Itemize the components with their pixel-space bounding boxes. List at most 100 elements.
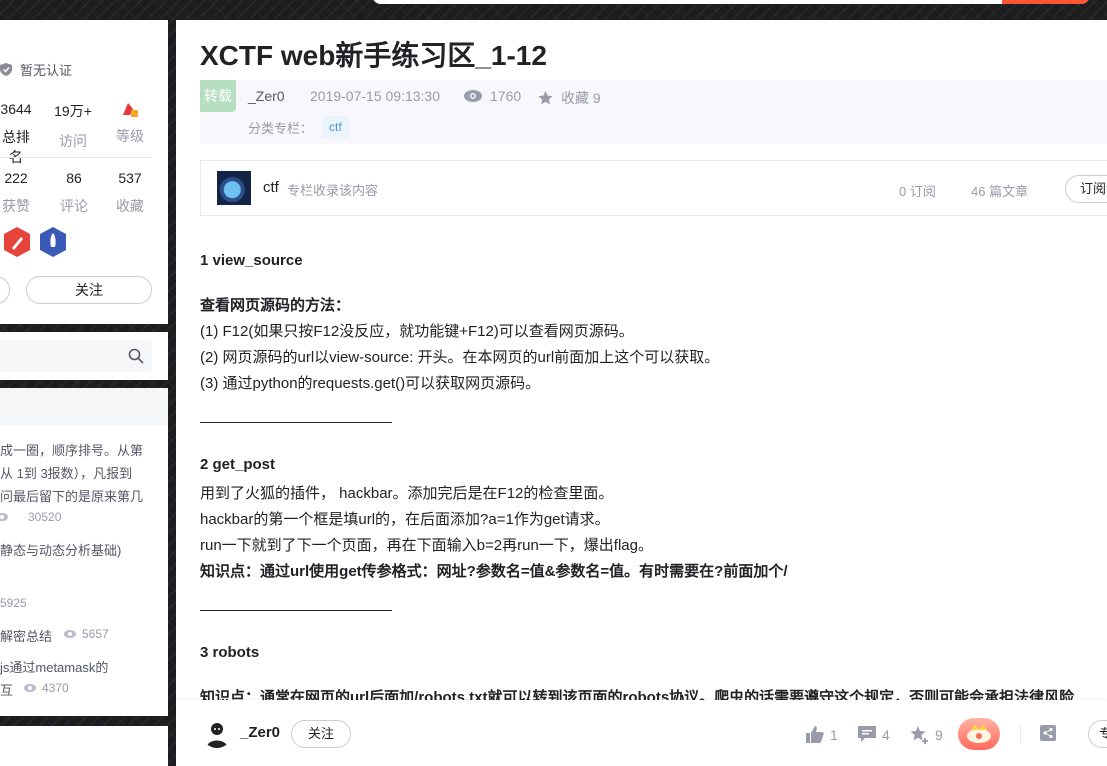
separator-line: [200, 610, 392, 611]
share-icon: [1040, 725, 1056, 741]
section-1-subtitle: 查看网页源码的方法：: [200, 297, 351, 314]
stat-level-label: 等级: [116, 128, 144, 144]
meta-views: 1760: [464, 88, 521, 104]
hot-article-1-line-2[interactable]: 从 1到 3报数），凡报到: [0, 463, 132, 482]
stat-rank-value: 3644: [0, 101, 32, 117]
hot-article-2-views-count: 5925: [0, 596, 27, 610]
section-2-line-2: hackbar的第一个框是填url的，在后面添加?a=1作为get请求。: [200, 511, 610, 528]
stat-favorites[interactable]: 537 收藏: [110, 170, 150, 216]
column-thumbnail[interactable]: [217, 171, 251, 205]
subscribe-column-button[interactable]: 订阅专栏: [1065, 175, 1107, 203]
stat-rank-label: 总排名: [2, 129, 30, 165]
column-desc: 专栏收录该内容: [287, 183, 379, 198]
stat-visits-value: 19万+: [54, 103, 92, 119]
level-icon: [123, 103, 138, 117]
certification: 暂无认证: [0, 60, 72, 79]
reward-button[interactable]: [958, 718, 1000, 750]
section-1-title: 1 view_source: [200, 252, 303, 269]
meta-views-count: 1760: [490, 88, 522, 104]
eye-icon: [24, 684, 36, 692]
article-card: XCTF web新手练习区_1-12 转载 _Zer0 2019-07-15 0…: [176, 20, 1107, 766]
thumbs-up-icon: [806, 726, 824, 743]
comment-button[interactable]: 4: [858, 726, 890, 743]
top-search-bar[interactable]: [372, 0, 1090, 4]
hot-article-3-views: 5657: [64, 627, 109, 641]
follow-button[interactable]: 关注: [26, 276, 152, 304]
section-2-knowledge: 知识点：通过url使用get传参格式：网址?参数名=值&参数名=值。有时需要在?…: [200, 563, 788, 580]
hot-article-2-views: 5925: [0, 596, 27, 610]
reward-icon: [967, 724, 991, 743]
stat-favorites-value: 537: [118, 170, 142, 186]
toolbar-follow-button[interactable]: 关注: [291, 720, 351, 748]
like-button[interactable]: 1: [806, 726, 838, 743]
avatar-image: [202, 718, 232, 748]
column-article-count: 46 篇文章: [971, 184, 1029, 199]
hot-article-1-line-1[interactable]: 成一圈，顺序排号。从第: [0, 440, 143, 459]
section-1-line-2: (2) 网页源码的url以view-source: 开头。在本网页的url前面加…: [200, 349, 720, 366]
bottom-toolbar: _Zer0 关注 1 4 9 专栏: [176, 700, 1107, 766]
separator-line: [200, 422, 392, 423]
category-label: 分类专栏：: [248, 121, 314, 136]
stats-divider: [0, 157, 152, 158]
column-box[interactable]: ctf 专栏收录该内容 0 订阅 46 篇文章 订阅专栏: [200, 160, 1107, 216]
meta-author[interactable]: _Zer0: [248, 88, 285, 104]
stat-comments-label: 评论: [60, 198, 88, 214]
stat-favorites-label: 收藏: [116, 198, 144, 214]
rocket-badge-icon: [40, 227, 66, 257]
meta-date: 2019-07-15 09:13:30: [310, 88, 440, 104]
eye-icon: [0, 513, 8, 521]
meta-favorites[interactable]: 收藏 9: [538, 88, 601, 108]
certification-text: 暂无认证: [20, 63, 73, 78]
column-subscribers: 0 订阅: [899, 184, 936, 199]
column-toolbar-button[interactable]: 专栏: [1088, 720, 1107, 748]
stat-level[interactable]: 等级: [108, 101, 152, 146]
pen-badge-icon: [4, 227, 30, 257]
hot-article-3-line-1[interactable]: 解密总结: [0, 626, 52, 645]
sidebar-bottom-card: [0, 726, 168, 766]
section-1-line-1: (1) F12(如果只按F12没反应，就功能键+F12)可以查看网页源码。: [200, 323, 634, 340]
stat-comments-value: 86: [66, 170, 82, 186]
section-3-title: 3 robots: [200, 644, 260, 661]
search-icon: [128, 348, 144, 364]
star-icon: [538, 91, 553, 105]
hot-article-4-views-count: 4370: [42, 681, 69, 695]
hot-article-4-line-2[interactable]: 互: [0, 680, 13, 699]
author-avatar[interactable]: [202, 718, 232, 748]
section-2-line-1: 用到了火狐的插件， hackbar。添加完后是在F12的检查里面。: [200, 485, 614, 502]
share-button[interactable]: [1040, 725, 1062, 741]
hot-article-1-line-3[interactable]: 问最后留下的是原来第几: [0, 486, 143, 505]
comment-count: 4: [882, 726, 890, 743]
message-button[interactable]: [0, 276, 10, 304]
shield-icon: [0, 63, 12, 76]
search-submit-button[interactable]: [1002, 0, 1090, 4]
hot-article-4-views: 4370: [24, 681, 69, 695]
eye-icon: [64, 630, 76, 638]
hot-article-1-views-count: 30520: [28, 510, 62, 524]
collect-button[interactable]: 9: [910, 726, 943, 744]
toolbar-divider: [1020, 724, 1021, 744]
sidebar-search-card: [0, 332, 168, 380]
hot-article-3-views-count: 5657: [82, 627, 109, 641]
profile-card: 暂无认证 3644 总排名 19万+ 访问 等级 222 获赞 86 评论 53…: [0, 20, 168, 324]
toolbar-author-name[interactable]: _Zer0: [240, 724, 280, 741]
collect-count: 9: [935, 727, 943, 743]
stat-comments[interactable]: 86 评论: [54, 170, 94, 216]
stat-visits-label: 访问: [59, 133, 87, 149]
hot-article-4-line-1[interactable]: js通过metamask的: [0, 657, 108, 676]
like-count: 1: [830, 726, 838, 743]
stat-likes[interactable]: 222 获赞: [0, 170, 36, 216]
hot-articles-card: 成一圈，顺序排号。从第 从 1到 3报数），凡报到 问最后留下的是原来第几 30…: [0, 388, 168, 716]
column-name[interactable]: ctf: [263, 179, 279, 196]
section-1-line-3: (3) 通过python的requests.get()可以获取网页源码。: [200, 375, 541, 392]
hot-article-2-line-1[interactable]: 静态与动态分析基础): [0, 540, 121, 559]
hot-article-1-views: 30520: [0, 510, 61, 524]
meta-favorites-label: 收藏 9: [561, 90, 601, 106]
section-2-line-3: run一下就到了下一个页面，再在下面输入b=2再run一下，爆出flag。: [200, 537, 653, 554]
stat-likes-value: 222: [4, 170, 28, 186]
category-tag[interactable]: ctf: [322, 116, 349, 138]
comment-icon: [858, 726, 876, 742]
star-plus-icon: [910, 726, 928, 744]
sidebar-search-button[interactable]: [120, 340, 152, 372]
stat-visits[interactable]: 19万+ 访问: [50, 101, 96, 151]
section-2-title: 2 get_post: [200, 456, 276, 473]
